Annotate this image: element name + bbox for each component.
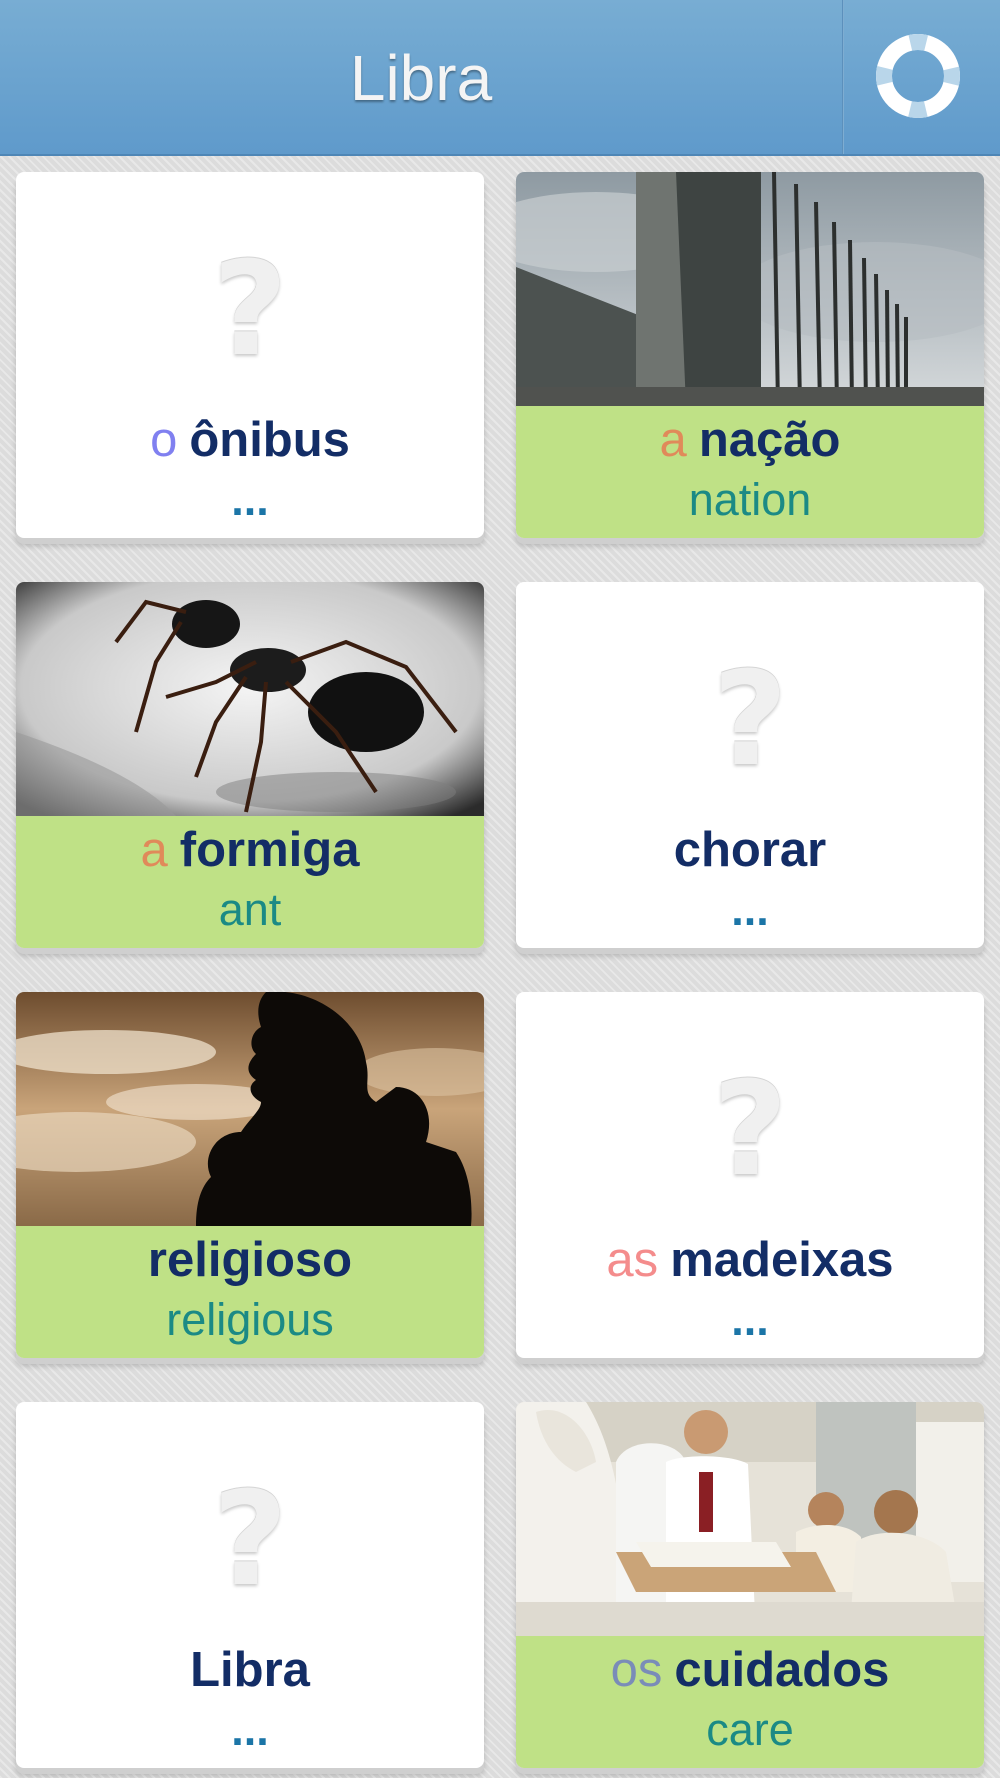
card-word-text: formiga (179, 823, 360, 877)
word-card[interactable]: ? as madeixas ... (516, 992, 984, 1358)
card-article: as (606, 1233, 659, 1287)
header-divider (842, 0, 844, 154)
card-word: os cuidados (516, 1640, 984, 1700)
card-translation: ... (231, 474, 269, 525)
word-card[interactable]: ? o ônibus ... (16, 172, 484, 538)
card-word-text: chorar (673, 823, 827, 877)
hospital-care-photo (516, 1402, 984, 1636)
un-building-photo (516, 172, 984, 406)
praying-silhouette-photo (16, 992, 484, 1226)
question-mark-icon: ? (712, 1053, 788, 1205)
lifebuoy-icon (876, 34, 960, 118)
card-word-text: cuidados (674, 1643, 890, 1697)
card-word: religioso (16, 1230, 484, 1290)
card-word: chorar (516, 820, 984, 880)
word-card[interactable]: ? chorar ... (516, 582, 984, 948)
ant-photo (16, 582, 484, 816)
card-translation: nation (688, 474, 812, 525)
card-translation: religious (166, 1294, 334, 1345)
card-word: as madeixas (516, 1230, 984, 1290)
word-card[interactable]: ? Libra ... (16, 1402, 484, 1768)
card-article: a (140, 823, 168, 877)
card-word: a nação (516, 410, 984, 470)
card-article: a (659, 413, 687, 467)
app-screen: Libra ? o ônibus ... a nação nation a fo… (0, 0, 1000, 1778)
card-word: o ônibus (16, 410, 484, 470)
card-translation: ant (218, 884, 282, 935)
app-title: Libra (349, 42, 493, 114)
card-translation: ... (231, 1704, 269, 1755)
question-mark-icon: ? (712, 643, 788, 795)
card-word-text: madeixas (670, 1233, 894, 1287)
card-word: Libra (16, 1640, 484, 1700)
question-mark-icon: ? (212, 1463, 288, 1615)
card-word-text: ônibus (189, 413, 350, 467)
top-bar: Libra (0, 0, 1000, 156)
card-word-text: Libra (190, 1643, 310, 1697)
card-translation: ... (731, 884, 769, 935)
card-word: a formiga (16, 820, 484, 880)
card-article: os (610, 1643, 663, 1697)
card-word-text: nação (698, 413, 841, 467)
card-word-text: religioso (147, 1233, 353, 1287)
word-card[interactable]: a formiga ant (16, 582, 484, 948)
help-button[interactable] (876, 34, 960, 118)
word-card[interactable]: a nação nation (516, 172, 984, 538)
card-article: o (150, 413, 178, 467)
word-card[interactable]: os cuidados care (516, 1402, 984, 1768)
word-card[interactable]: religioso religious (16, 992, 484, 1358)
card-translation: care (706, 1704, 794, 1755)
card-translation: ... (731, 1294, 769, 1345)
question-mark-icon: ? (212, 233, 288, 385)
